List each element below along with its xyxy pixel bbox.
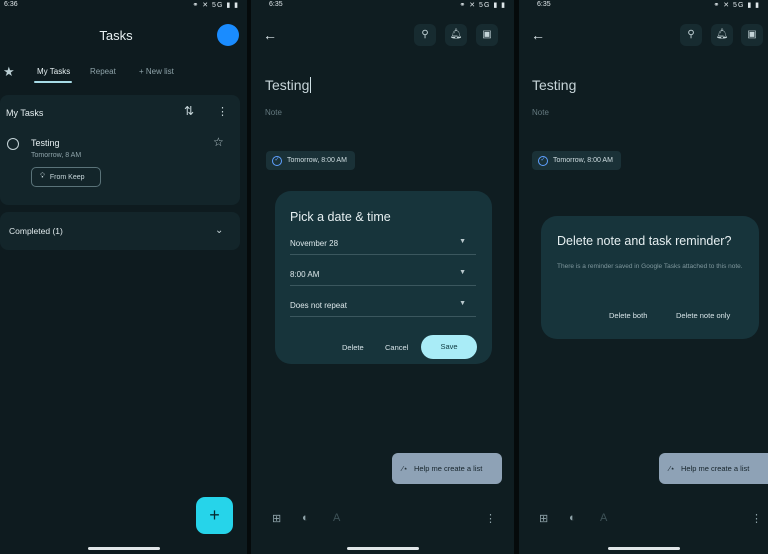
back-arrow-icon[interactable]: ←: [263, 27, 277, 43]
sort-icon[interactable]: ⇅: [184, 104, 194, 118]
pin-icon[interactable]: ⚲: [680, 24, 702, 46]
starred-tab-star-icon[interactable]: ★: [3, 64, 15, 80]
chevron-down-icon[interactable]: ⌄: [215, 225, 223, 236]
completed-label: Completed (1): [9, 226, 63, 236]
dialog-body: There is a reminder saved in Google Task…: [557, 263, 743, 270]
note-body-field[interactable]: Note: [265, 108, 282, 117]
magic-wand-icon: ⁄⋆: [669, 464, 675, 473]
date-value: November 28: [290, 239, 339, 248]
dialog-title: Pick a date & time: [290, 210, 391, 224]
help-me-create-list-button[interactable]: ⁄⋆ Help me create a list: [392, 453, 502, 484]
note-title-text: Testing: [265, 77, 310, 93]
note-body-field[interactable]: Note: [532, 108, 549, 117]
status-time: 6:35: [537, 1, 551, 8]
task-check-icon: ✓: [538, 155, 548, 166]
task-title[interactable]: Testing: [31, 138, 60, 148]
tasks-screen: 6:36 ⚭ ✕ 5G ▮ ▮ Tasks ★ My Tasks Repeat …: [0, 0, 247, 554]
chip-label: From Keep: [49, 173, 85, 181]
from-keep-chip[interactable]: 💡︎ From Keep: [31, 167, 101, 187]
plus-icon: +: [209, 505, 220, 525]
text-format-icon[interactable]: A: [333, 512, 340, 524]
delete-both-button[interactable]: Delete both: [609, 311, 647, 320]
status-time: 6:35: [269, 1, 283, 8]
reminder-bell-icon[interactable]: 🔔︎: [711, 24, 733, 46]
reminder-bell-icon[interactable]: 🔔︎: [445, 24, 467, 46]
status-bar: 6:36 ⚭ ✕ 5G ▮ ▮: [0, 0, 247, 12]
time-dropdown[interactable]: 8:00 AM ▼: [290, 266, 476, 286]
archive-icon[interactable]: ▣: [741, 24, 763, 46]
status-time: 6:36: [4, 1, 18, 8]
reminder-label: Tomorrow, 8:00 AM: [553, 157, 613, 164]
pick-date-time-dialog: Pick a date & time November 28 ▼ 8:00 AM…: [275, 191, 492, 364]
delete-note-only-button[interactable]: Delete note only: [676, 311, 730, 320]
add-task-button[interactable]: +: [196, 497, 233, 534]
add-box-icon[interactable]: ⊞: [272, 512, 281, 525]
my-tasks-card: My Tasks ⇅ ⋮: [0, 95, 240, 205]
note-editor-date-picker: 6:35 ⚭ ✕ 5G ▮ ▮ ← ⚲ 🔔︎ ▣ Testing Note ✓ …: [251, 0, 514, 554]
palette-icon[interactable]: ◐: [569, 512, 576, 524]
tab-new-list[interactable]: + New list: [139, 67, 174, 76]
tab-my-tasks[interactable]: My Tasks: [37, 67, 70, 76]
gesture-bar: [346, 547, 419, 550]
help-label: Help me create a list: [413, 464, 483, 473]
task-due: Tomorrow, 8 AM: [31, 152, 82, 159]
note-title[interactable]: Testing: [532, 77, 576, 93]
status-icons: ⚭ ✕ 5G ▮ ▮: [192, 2, 239, 9]
note-editor-delete-dialog: 6:35 ⚭ ✕ 5G ▮ ▮ ← ⚲ 🔔︎ ▣ Testing Note ✓ …: [519, 0, 768, 554]
page-title: Tasks: [99, 28, 133, 43]
repeat-value: Does not repeat: [290, 301, 347, 310]
save-button[interactable]: Save: [421, 335, 477, 359]
task-complete-checkbox[interactable]: [7, 138, 19, 150]
dropdown-arrow-icon: ▼: [459, 300, 466, 307]
avatar[interactable]: [217, 24, 239, 46]
gesture-bar: [87, 547, 160, 550]
dropdown-arrow-icon: ▼: [459, 238, 466, 245]
task-check-icon: ✓: [272, 155, 282, 166]
delete-note-dialog: Delete note and task reminder? There is …: [541, 216, 759, 339]
palette-icon[interactable]: ◐: [302, 512, 309, 524]
status-bar: 6:35 ⚭ ✕ 5G ▮ ▮: [251, 0, 514, 12]
repeat-dropdown[interactable]: Does not repeat ▼: [290, 297, 476, 317]
lightbulb-icon: 💡︎: [40, 173, 45, 180]
gesture-bar: [607, 547, 680, 550]
note-title[interactable]: Testing: [265, 77, 312, 93]
star-outline-icon[interactable]: ☆: [213, 135, 224, 149]
time-value: 8:00 AM: [290, 270, 320, 279]
dropdown-arrow-icon: ▼: [459, 269, 466, 276]
more-vert-icon[interactable]: ⋮: [751, 512, 762, 525]
back-arrow-icon[interactable]: ←: [531, 27, 545, 43]
status-icons: ⚭ ✕ 5G ▮ ▮: [713, 2, 760, 9]
status-icons: ⚭ ✕ 5G ▮ ▮: [459, 2, 506, 9]
status-bar: 6:35 ⚭ ✕ 5G ▮ ▮: [519, 0, 768, 12]
help-me-create-list-button[interactable]: ⁄⋆ Help me create a list: [659, 453, 768, 484]
pin-icon[interactable]: ⚲: [414, 24, 436, 46]
tab-repeat[interactable]: Repeat: [90, 67, 116, 76]
reminder-label: Tomorrow, 8:00 AM: [287, 157, 347, 164]
more-vert-icon[interactable]: ⋮: [217, 105, 228, 118]
date-dropdown[interactable]: November 28 ▼: [290, 235, 476, 255]
text-format-icon[interactable]: A: [600, 512, 607, 524]
reminder-chip[interactable]: ✓ Tomorrow, 8:00 AM: [266, 151, 355, 170]
magic-wand-icon: ⁄⋆: [402, 464, 408, 473]
reminder-chip[interactable]: ✓ Tomorrow, 8:00 AM: [532, 151, 621, 170]
text-cursor: [310, 77, 312, 93]
delete-button[interactable]: Delete: [342, 343, 364, 352]
help-label: Help me create a list: [680, 464, 750, 473]
list-title: My Tasks: [6, 108, 44, 118]
add-box-icon[interactable]: ⊞: [539, 512, 548, 525]
active-tab-indicator: [34, 81, 72, 83]
dialog-title: Delete note and task reminder?: [557, 234, 732, 248]
more-vert-icon[interactable]: ⋮: [485, 512, 496, 525]
archive-icon[interactable]: ▣: [476, 24, 498, 46]
cancel-button[interactable]: Cancel: [385, 343, 408, 352]
